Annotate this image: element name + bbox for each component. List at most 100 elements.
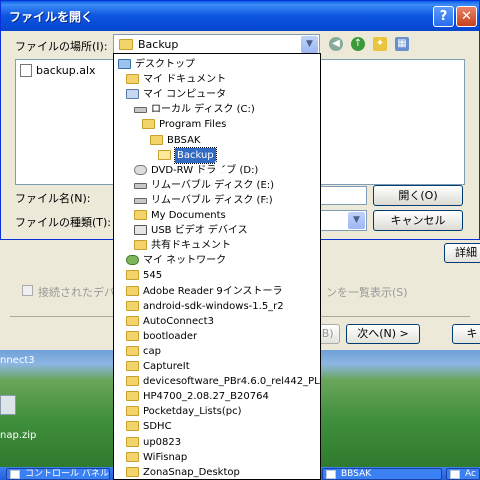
dropdown-item[interactable]: リムーバブル ディスク (F:)	[114, 193, 320, 208]
dropdown-item[interactable]: BBSAK	[114, 133, 320, 148]
new-folder-icon[interactable]: ✦	[373, 37, 387, 51]
my-computer-icon	[126, 89, 139, 100]
open-button[interactable]: 開く(O)	[373, 185, 463, 206]
folder-icon	[142, 119, 155, 130]
dropdown-item-label: デスクトップ	[135, 59, 195, 70]
title-bar[interactable]: ファイルを開く ? ✕	[1, 1, 479, 31]
help-button[interactable]: ?	[433, 6, 454, 27]
dropdown-item-label: My Documents	[151, 210, 226, 221]
file-name-input[interactable]	[319, 186, 367, 205]
desktop-icon-label[interactable]: nap.zip	[0, 430, 36, 441]
view-menu-icon[interactable]: ▦	[395, 37, 409, 51]
dropdown-item-label: bootloader	[143, 330, 198, 342]
folder-icon	[126, 436, 139, 447]
dropdown-item[interactable]: USB ビデオ デバイス	[114, 223, 320, 238]
dropdown-item[interactable]: SDHC	[114, 419, 320, 434]
dropdown-item-label: ZonaSnap_Desktop	[143, 466, 240, 478]
removable-drive-icon	[134, 182, 147, 189]
dropdown-item-label: BBSAK	[167, 134, 201, 146]
folder-icon	[126, 345, 139, 356]
folder-icon	[150, 134, 163, 145]
list-devices-checkbox[interactable]	[22, 285, 33, 296]
dropdown-item-label: Adobe Reader 9インストーラ	[143, 285, 283, 297]
detail-button[interactable]: 詳細	[444, 243, 480, 263]
look-in-value: Backup	[138, 38, 179, 51]
control-panel-icon	[10, 470, 20, 479]
dropdown-item-label: ローカル ディスク (C:)	[151, 104, 255, 116]
dropdown-item-label: android-sdk-windows-1.5_r2	[143, 300, 284, 312]
dropdown-item-label: AutoConnect3	[143, 315, 214, 327]
checkbox-label: 接続されたデバ	[38, 286, 115, 299]
dropdown-item[interactable]: マイ コンピュータ	[114, 87, 320, 102]
zip-file-icon[interactable]	[0, 395, 16, 415]
dropdown-item[interactable]: up0823	[114, 435, 320, 450]
dropdown-item[interactable]: Program Files	[114, 117, 320, 132]
dropdown-item-label: up0823	[143, 436, 182, 448]
dropdown-item-label: Backup	[174, 146, 217, 164]
dropdown-item[interactable]: CaptureIt	[114, 359, 320, 374]
look-in-combo[interactable]: Backup ▼	[113, 34, 320, 55]
dropdown-item[interactable]: デスクトップ	[114, 57, 320, 72]
up-folder-icon[interactable]: ↑	[351, 37, 365, 51]
folder-icon	[126, 406, 139, 417]
folder-icon	[126, 376, 139, 387]
dropdown-item[interactable]: HP4700_2.08.27_B20764	[114, 389, 320, 404]
dropdown-item-label: devicesoftware_PBr4.6.0_rel442_PL4.0	[143, 376, 321, 388]
folder-icon	[126, 361, 139, 371]
back-icon[interactable]: ◀	[329, 37, 343, 51]
window-icon	[450, 470, 460, 479]
dropdown-item[interactable]: AutoConnect3	[114, 314, 320, 329]
removable-drive-icon	[134, 197, 147, 204]
hard-drive-icon	[134, 107, 147, 114]
dropdown-item[interactable]: android-sdk-windows-1.5_r2	[114, 299, 320, 314]
dropdown-item-label: マイ ネットワーク	[143, 255, 227, 267]
dropdown-item[interactable]: cap	[114, 344, 320, 359]
dropdown-item[interactable]: ローカル ディスク (C:)	[114, 102, 320, 117]
cancel-button[interactable]: キャンセル	[373, 210, 463, 231]
dropdown-item-label: Program Files	[159, 119, 227, 131]
folder-icon	[126, 421, 139, 432]
dropdown-item[interactable]: bootloader	[114, 329, 320, 344]
dropdown-item[interactable]: Pocketday_Lists(pc)	[114, 404, 320, 419]
dialog-title: ファイルを開く	[9, 10, 94, 24]
dropdown-item-label: HP4700_2.08.27_B20764	[143, 391, 269, 403]
dropdown-item[interactable]: My Documents	[114, 208, 320, 223]
dropdown-item[interactable]: 545	[114, 268, 320, 283]
next-button[interactable]: 次へ(N) >	[346, 324, 420, 344]
folder-icon	[126, 315, 139, 326]
chevron-down-icon[interactable]: ▼	[301, 36, 318, 53]
dropdown-item-label: DVD-RW ドライブ (D:)	[151, 164, 259, 176]
chevron-down-icon[interactable]: ▼	[348, 212, 365, 229]
dropdown-item[interactable]: WiFisnap	[114, 450, 320, 465]
taskbar-item-control-panel[interactable]: コントロール パネル	[6, 468, 110, 480]
dropdown-item-label: cap	[143, 345, 161, 357]
dropdown-item[interactable]: ZonaSnap_Desktop	[114, 465, 320, 479]
usb-device-icon	[134, 225, 147, 236]
folder-icon	[126, 451, 139, 462]
close-button[interactable]: ✕	[456, 6, 477, 27]
list-item[interactable]: backup.alx	[20, 64, 96, 77]
folder-icon	[126, 391, 139, 402]
dropdown-item[interactable]: マイ ネットワーク	[114, 253, 320, 268]
folder-icon	[126, 270, 139, 281]
dropdown-item[interactable]: Adobe Reader 9インストーラ	[114, 284, 320, 299]
dropdown-item-label: リムーバブル ディスク (E:)	[151, 179, 275, 191]
dropdown-item[interactable]: リムーバブル ディスク (E:)	[114, 178, 320, 193]
wizard-cancel-button[interactable]: キ	[452, 324, 480, 344]
dropdown-item[interactable]: 共有ドキュメント	[114, 238, 320, 253]
desktop-icon-label[interactable]: nnect3	[0, 355, 35, 366]
taskbar-item-bbsak[interactable]: BBSAK	[322, 468, 442, 480]
folder-icon	[134, 210, 147, 220]
dropdown-item-label: マイ コンピュータ	[143, 89, 227, 101]
desktop-icon	[118, 59, 131, 69]
dropdown-item-label: USB ビデオ デバイス	[151, 225, 248, 237]
dropdown-item-label: 共有ドキュメント	[151, 240, 231, 252]
dropdown-item[interactable]: devicesoftware_PBr4.6.0_rel442_PL4.0	[114, 374, 320, 389]
file-type-combo[interactable]: ▼	[319, 210, 367, 231]
look-in-dropdown-list[interactable]: デスクトップマイ ドキュメントマイ コンピュータローカル ディスク (C:) Pr…	[113, 53, 321, 480]
taskbar-item-ac[interactable]: Ac	[446, 468, 480, 480]
file-type-label: ファイルの種類(T):	[15, 216, 112, 229]
folder-icon	[126, 466, 139, 477]
folder-icon	[126, 330, 139, 341]
dropdown-item[interactable]: マイ ドキュメント	[114, 72, 320, 87]
